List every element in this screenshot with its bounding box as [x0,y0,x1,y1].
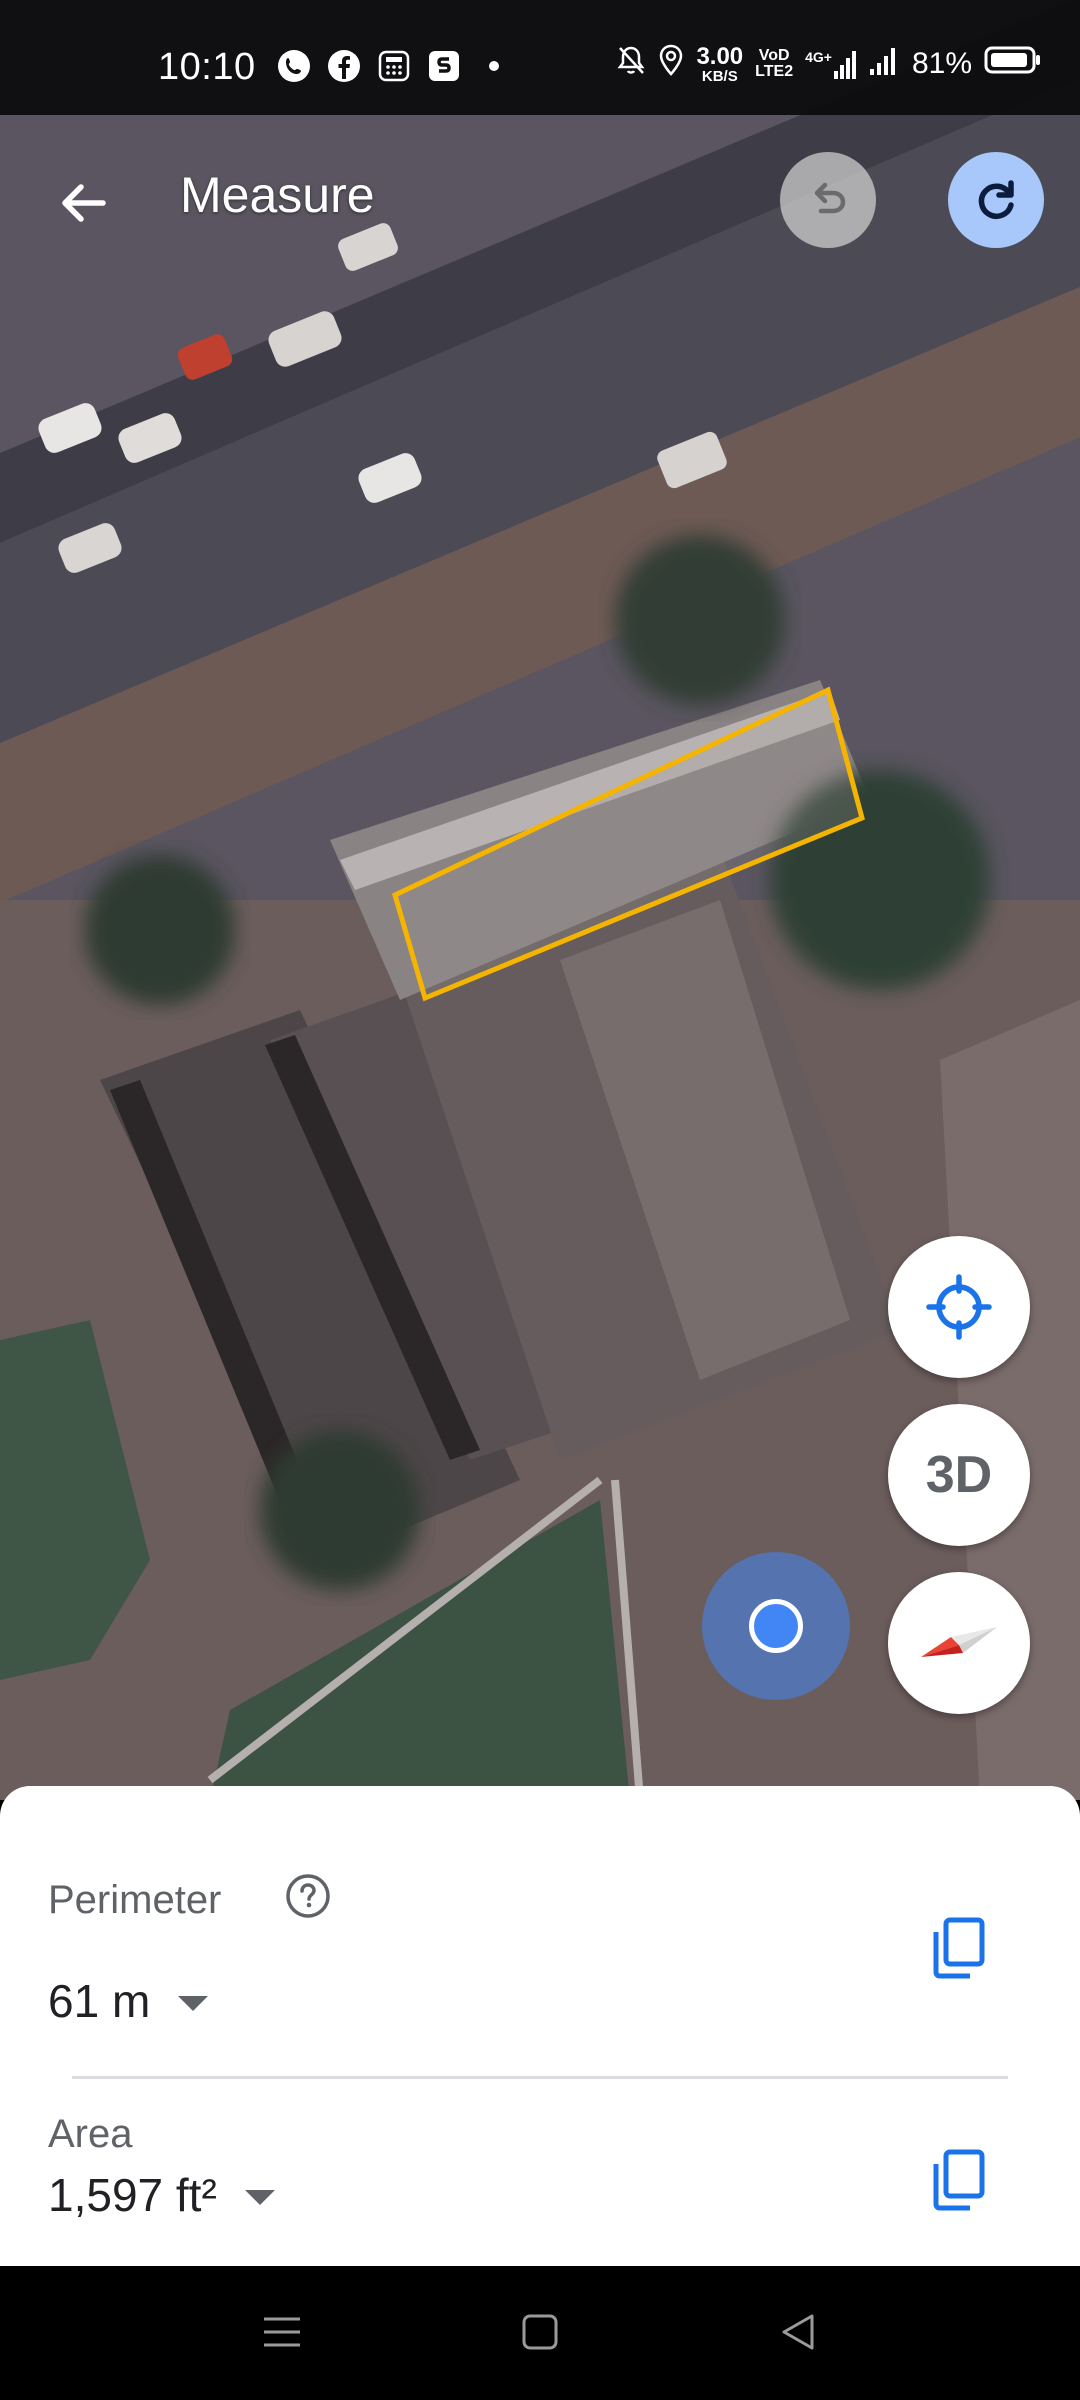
signal-4g-icon: 4G+ [805,49,858,79]
undo-icon [814,182,846,214]
perimeter-unit-dropdown[interactable]: 61 m [48,1974,209,2028]
back-triangle-icon [782,2314,814,2350]
copy-icon [933,2149,985,2211]
phone-icon [276,48,312,84]
battery-icon [984,45,1042,83]
volte-top: VoD [758,47,790,64]
network-speed: 3.00 KB/S [696,42,744,85]
redo-icon [978,180,1014,219]
copy-icon [933,1917,985,1979]
area-value: 1,597 ft² [48,2169,217,2221]
help-icon[interactable] [284,1872,332,1920]
measurement-sheet: Perimeter 61 m Area 1,597 ft² [0,1786,1080,2266]
my-location-button[interactable] [888,1236,1030,1378]
calculator-icon [376,48,412,84]
my-location-icon [926,1274,992,1340]
chevron-down-icon [244,2189,275,2205]
network-speed-value: 3.00 [696,42,744,70]
compass-icon [921,1627,997,1657]
perimeter-label: Perimeter [48,1878,222,1922]
undo-button[interactable] [780,152,876,248]
recents-button[interactable] [252,2302,312,2362]
arrow-left-icon [62,184,106,222]
signal-icon [869,45,900,83]
location-icon [658,44,684,84]
network-speed-unit: KB/S [701,67,738,85]
home-button[interactable] [510,2302,570,2362]
volte-bottom: LTE2 [755,63,794,80]
chevron-down-icon [178,1995,209,2011]
3d-button[interactable]: 3D [888,1404,1030,1546]
nav-back-button[interactable] [768,2302,828,2362]
compass-button[interactable] [888,1572,1030,1714]
battery-percent: 81% [911,47,972,80]
status-time: 10:10 [158,46,256,88]
home-icon [522,2314,558,2350]
volte-indicator: VoD LTE2 [755,48,793,80]
divider [72,2076,1008,2079]
area-label: Area [48,2112,133,2156]
dot-icon [476,48,512,84]
redo-button[interactable] [948,152,1044,248]
mute-icon [616,44,646,84]
page-title: Measure [180,167,375,223]
back-button[interactable] [40,160,126,246]
measure-point[interactable] [749,1599,803,1653]
menu-icon [264,2317,300,2347]
network-type: 4G+ [805,49,832,65]
copy-perimeter-button[interactable] [920,1910,996,1986]
facebook-icon [326,48,362,84]
perimeter-value: 61 m [48,1975,151,2027]
copy-area-button[interactable] [920,2142,996,2218]
system-nav-bar [0,2266,1080,2400]
area-unit-dropdown[interactable]: 1,597 ft² [48,2168,275,2222]
s-app-icon [426,48,462,84]
notification-icons [276,48,512,84]
status-bar: 10:10 3.00 KB/S VoD LTE2 4G+ 81% [0,0,1080,115]
3d-label: 3D [925,1446,993,1504]
status-right: 3.00 KB/S VoD LTE2 4G+ 81% [616,44,1042,84]
